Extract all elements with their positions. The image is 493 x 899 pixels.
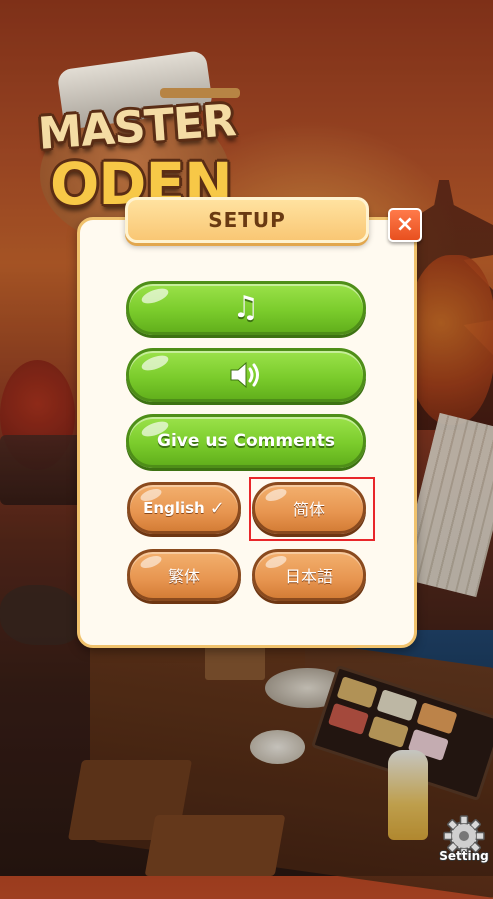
give-comments-button[interactable]: Give us Comments bbox=[126, 414, 366, 468]
language-japanese-button[interactable]: 日本語 bbox=[252, 549, 366, 601]
dialog-title-tab: SETUP bbox=[125, 197, 369, 243]
close-icon: × bbox=[395, 212, 415, 237]
language-english-button[interactable]: English ✓ bbox=[127, 482, 241, 534]
setting-button[interactable]: Setting bbox=[438, 815, 490, 871]
speaker-icon bbox=[230, 361, 259, 389]
check-icon: ✓ bbox=[209, 497, 225, 519]
music-toggle-button[interactable]: ♫ bbox=[126, 281, 366, 335]
sound-toggle-button[interactable] bbox=[126, 348, 366, 402]
language-traditional-chinese-button[interactable]: 繁体 bbox=[127, 549, 241, 601]
language-traditional-chinese-label: 繁体 bbox=[167, 567, 200, 586]
dialog-title: SETUP bbox=[208, 208, 286, 232]
selection-highlight bbox=[249, 477, 375, 541]
language-english-label: English bbox=[143, 499, 205, 517]
language-japanese-label: 日本語 bbox=[284, 567, 333, 586]
give-comments-label: Give us Comments bbox=[157, 431, 335, 451]
game-logo: MASTER ODEN bbox=[30, 49, 245, 245]
close-button[interactable]: × bbox=[388, 208, 422, 242]
setting-label: Setting bbox=[439, 849, 489, 863]
music-note-icon: ♫ bbox=[232, 290, 260, 325]
